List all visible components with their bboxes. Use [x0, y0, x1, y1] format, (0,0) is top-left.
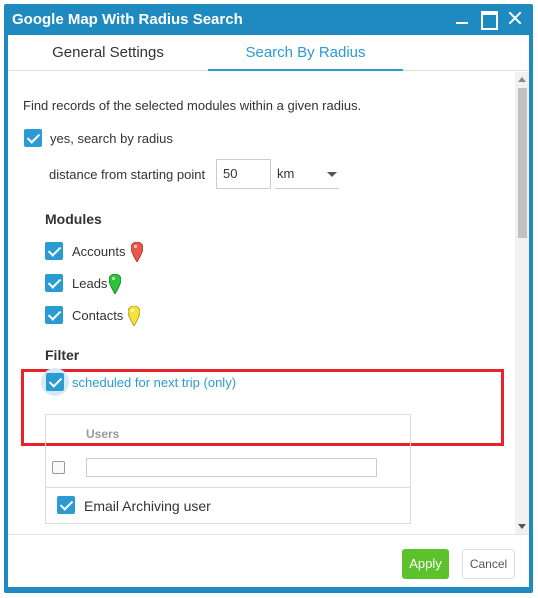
user-name: Email Archiving user: [84, 498, 211, 514]
dialog-footer: Apply Cancel: [8, 534, 529, 587]
scroll-down-icon[interactable]: [518, 524, 526, 529]
minimize-icon[interactable]: [453, 9, 471, 27]
users-table: Users Email Archiving user: [45, 414, 411, 524]
filter-heading: Filter: [45, 347, 80, 363]
red-map-pin-icon: [131, 242, 143, 262]
module-leads-label: Leads: [72, 276, 108, 291]
maximize-icon[interactable]: [479, 9, 498, 30]
unit-select-value: km: [277, 166, 295, 181]
yellow-map-pin-icon: [128, 306, 140, 326]
description-text: Find records of the selected modules wit…: [23, 98, 362, 113]
cancel-button[interactable]: Cancel: [462, 549, 515, 579]
settings-content: Find records of the selected modules wit…: [8, 72, 515, 534]
modules-heading: Modules: [45, 211, 102, 227]
users-select-all-checkbox[interactable]: [52, 461, 65, 474]
search-by-radius-checkbox[interactable]: [24, 129, 42, 147]
vertical-scrollbar[interactable]: [515, 72, 529, 534]
module-accounts-label: Accounts: [72, 244, 126, 259]
users-heading: Users: [86, 427, 120, 441]
search-by-radius-label: yes, search by radius: [50, 131, 173, 146]
chevron-down-icon: [327, 172, 337, 177]
filter-next-trip-label[interactable]: scheduled for next trip (only): [72, 375, 236, 390]
apply-button[interactable]: Apply: [402, 549, 449, 579]
module-contacts-checkbox[interactable]: [45, 306, 63, 324]
filter-next-trip-checkbox[interactable]: [46, 373, 64, 391]
distance-input[interactable]: 50: [216, 159, 271, 189]
tab-search-by-radius[interactable]: Search By Radius: [208, 35, 403, 71]
scroll-thumb[interactable]: [518, 88, 527, 238]
unit-select[interactable]: km: [275, 159, 339, 189]
dialog-window: Google Map With Radius Search General Se…: [4, 4, 533, 593]
close-icon[interactable]: [506, 9, 524, 27]
dialog-body: General Settings Search By Radius Find r…: [8, 35, 529, 587]
module-contacts-label: Contacts: [72, 308, 124, 323]
user-row-checkbox[interactable]: [57, 496, 75, 514]
window-title: Google Map With Radius Search: [12, 11, 243, 28]
distance-label: distance from starting point: [49, 167, 206, 182]
title-bar[interactable]: Google Map With Radius Search: [4, 4, 533, 34]
scroll-up-icon[interactable]: [518, 77, 526, 82]
tab-general-settings[interactable]: General Settings: [8, 35, 208, 71]
module-leads-checkbox[interactable]: [45, 274, 63, 292]
module-accounts-checkbox[interactable]: [45, 242, 63, 260]
users-search-input[interactable]: [86, 458, 377, 477]
tab-bar: General Settings Search By Radius: [8, 35, 529, 71]
green-map-pin-icon: [109, 274, 121, 294]
table-row[interactable]: Email Archiving user: [46, 487, 410, 524]
